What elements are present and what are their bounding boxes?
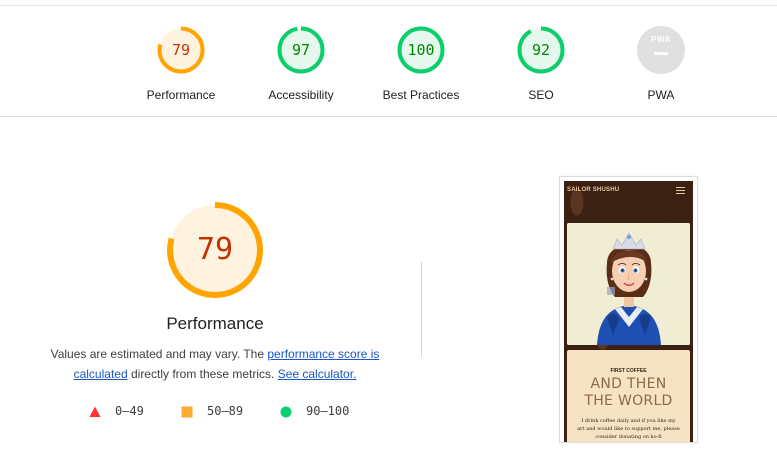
gauge-label-best-practices: Best Practices [382, 88, 460, 102]
legend-pass: 90–100 [280, 404, 370, 420]
performance-description: Values are estimated and may vary. The p… [40, 344, 390, 384]
gauge-score-seo: 92 [531, 41, 551, 59]
legend-label-pass: 90–100 [306, 404, 350, 418]
pwa-badge-icon: PWA [637, 26, 685, 74]
gauge-label-accessibility: Accessibility [268, 88, 334, 102]
legend-label-fail: 0–49 [115, 404, 144, 418]
gauge-pwa[interactable]: PWA PWA [601, 26, 721, 110]
legend-label-average: 50–89 [207, 404, 244, 418]
screenshot-body-text: I drink coffee daily and if you like my … [577, 418, 680, 440]
screenshot-headline-1: AND THEN [590, 376, 667, 392]
desc-prefix: Values are estimated and may vary. The [50, 347, 268, 361]
triangle-icon [89, 406, 101, 417]
screenshot-hero-image [567, 223, 690, 345]
gauge-label-pwa: PWA [647, 88, 675, 102]
screenshot-kicker: FIRST COFFEE [610, 368, 647, 374]
princess-illustration-icon [567, 223, 690, 345]
hamburger-menu-icon [676, 187, 685, 194]
scores-header: 79 Performance 97 Accessibility 100 Best… [0, 6, 777, 116]
performance-title: Performance [166, 314, 264, 333]
gauge-accessibility[interactable]: 97 Accessibility [241, 26, 361, 110]
screenshot-page: SAILOR SHUSHU FIRST COFFEE AND THEN THE … [564, 181, 693, 442]
gauge-score-best-practices: 100 [407, 41, 435, 59]
gauge-score-performance: 79 [171, 41, 191, 59]
screenshot-info-card: FIRST COFFEE AND THEN THE WORLD I drink … [567, 350, 690, 442]
see-calculator-link[interactable]: See calculator. [278, 367, 357, 381]
pwa-badge-text: PWA [651, 35, 671, 44]
gauge-performance[interactable]: 79 Performance [121, 26, 241, 110]
square-icon [181, 406, 193, 418]
gauge-best-practices[interactable]: 100 Best Practices [361, 26, 481, 110]
circle-icon [280, 406, 292, 418]
screenshot-site-title: SAILOR SHUSHU [567, 187, 620, 193]
gauge-score-accessibility: 97 [291, 41, 311, 59]
gauge-label-performance: Performance [146, 88, 216, 102]
screenshot-headline-2: THE WORLD [584, 393, 673, 409]
pwa-dash-icon [654, 52, 668, 55]
desc-middle: directly from these metrics. [127, 367, 278, 381]
gauge-seo[interactable]: 92 SEO [481, 26, 601, 110]
final-screenshot[interactable]: SAILOR SHUSHU FIRST COFFEE AND THEN THE … [559, 176, 698, 443]
legend-fail: 0–49 [89, 404, 159, 420]
vertical-divider [421, 262, 422, 357]
header-divider [0, 116, 777, 117]
legend-average: 50–89 [181, 404, 261, 420]
gauge-label-seo: SEO [528, 88, 554, 102]
performance-score-value: 79 [196, 232, 234, 267]
